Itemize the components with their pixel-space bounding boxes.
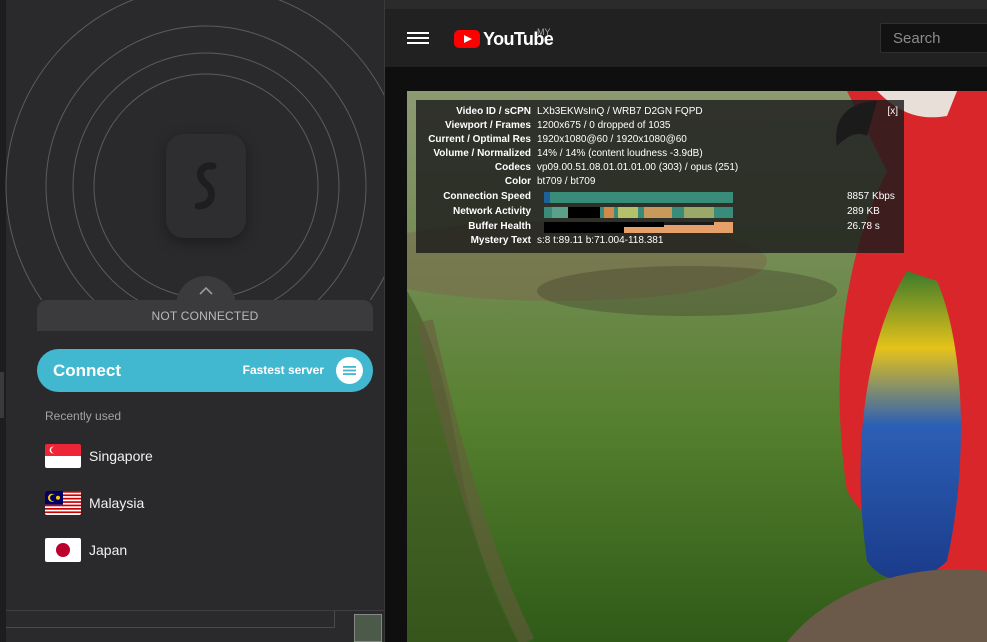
stats-value: s:8 t:89.11 b:71.004-118.381	[537, 235, 664, 246]
stats-row: Volume / Normalized 14% / 14% (content l…	[416, 147, 703, 161]
network-activity-graph	[544, 207, 733, 218]
malaysia-flag-icon	[45, 491, 81, 515]
stats-for-nerds-overlay: [x] Video ID / sCPN LXb3EKWsInQ / WRB7 D…	[416, 100, 904, 253]
location-malaysia[interactable]: Malaysia	[45, 490, 144, 516]
stats-row: Current / Optimal Res 1920x1080@60 / 192…	[416, 133, 687, 147]
stats-label: Codecs	[494, 162, 531, 173]
window-resize-handle[interactable]	[0, 372, 4, 418]
vpn-app-panel: NOT CONNECTED Connect Fastest server Rec…	[0, 0, 385, 642]
stats-label: Connection Speed	[443, 191, 531, 202]
connect-button[interactable]: Connect Fastest server	[37, 349, 373, 392]
stats-row: Codecs vp09.00.51.08.01.01.01.00 (303) /…	[416, 161, 738, 175]
menu-lines-icon	[343, 366, 356, 375]
stats-row: Network Activity	[416, 205, 537, 219]
server-list-button[interactable]	[336, 357, 363, 384]
chevron-up-icon[interactable]	[198, 286, 214, 296]
stats-value: 289 KB	[847, 206, 880, 217]
stats-label: Mystery Text	[470, 235, 531, 246]
stats-value: 8857 Kbps	[847, 191, 895, 202]
fastest-server-label: Fastest server	[242, 363, 324, 377]
connection-speed-graph	[544, 192, 733, 203]
stats-value: 1920x1080@60 / 1920x1080@60	[537, 134, 687, 145]
stats-row: Connection Speed	[416, 190, 537, 204]
location-name: Malaysia	[89, 495, 145, 511]
recently-used-heading: Recently used	[45, 409, 122, 423]
stats-close-button[interactable]: [x]	[887, 105, 898, 119]
stats-label: Current / Optimal Res	[428, 134, 531, 145]
stats-label: Buffer Health	[468, 221, 531, 232]
youtube-header: YouTube MY	[385, 9, 987, 67]
stats-row: Color bt709 / bt709	[416, 175, 596, 189]
stats-label: Network Activity	[453, 206, 531, 217]
background-window-strip	[6, 611, 335, 628]
stats-row: Video ID / sCPN LXb3EKWsInQ / WRB7 D2GN …	[416, 105, 703, 119]
stats-value: 26.78 s	[847, 221, 880, 232]
japan-flag-icon	[45, 538, 81, 562]
browser-top-strip	[385, 0, 987, 9]
surfshark-logo-icon	[194, 162, 217, 210]
hamburger-menu-icon[interactable]	[407, 29, 429, 49]
thumbnail[interactable]	[354, 614, 382, 642]
singapore-flag-icon	[45, 444, 81, 468]
stats-label: Video ID / sCPN	[456, 106, 531, 117]
stats-value: bt709 / bt709	[537, 176, 596, 187]
stats-label: Viewport / Frames	[445, 120, 531, 131]
stats-row: Buffer Health	[416, 220, 537, 234]
stats-value: 14% / 14% (content loudness -3.9dB)	[537, 148, 703, 159]
stats-value: LXb3EKWsInQ / WRB7 D2GN FQPD	[537, 106, 703, 117]
location-japan[interactable]: Japan	[45, 537, 127, 563]
country-code: MY	[537, 27, 551, 37]
connection-status-text: NOT CONNECTED	[151, 309, 259, 323]
youtube-play-icon	[454, 30, 480, 48]
location-name: Japan	[89, 542, 128, 558]
location-singapore[interactable]: Singapore	[45, 443, 153, 469]
stats-row: Viewport / Frames 1200x675 / 0 dropped o…	[416, 119, 670, 133]
location-name: Singapore	[89, 448, 153, 464]
stats-value: vp09.00.51.08.01.01.01.00 (303) / opus (…	[537, 162, 739, 173]
stats-row: Mystery Text s:8 t:89.11 b:71.004-118.38…	[416, 234, 664, 248]
surfshark-logo-badge	[166, 134, 246, 238]
buffer-health-graph	[544, 222, 733, 233]
stats-label: Color	[504, 176, 531, 187]
connect-label: Connect	[53, 361, 121, 380]
stats-label: Volume / Normalized	[433, 148, 531, 159]
search-input[interactable]	[880, 23, 987, 53]
stats-value: 1200x675 / 0 dropped of 1035	[537, 120, 671, 131]
